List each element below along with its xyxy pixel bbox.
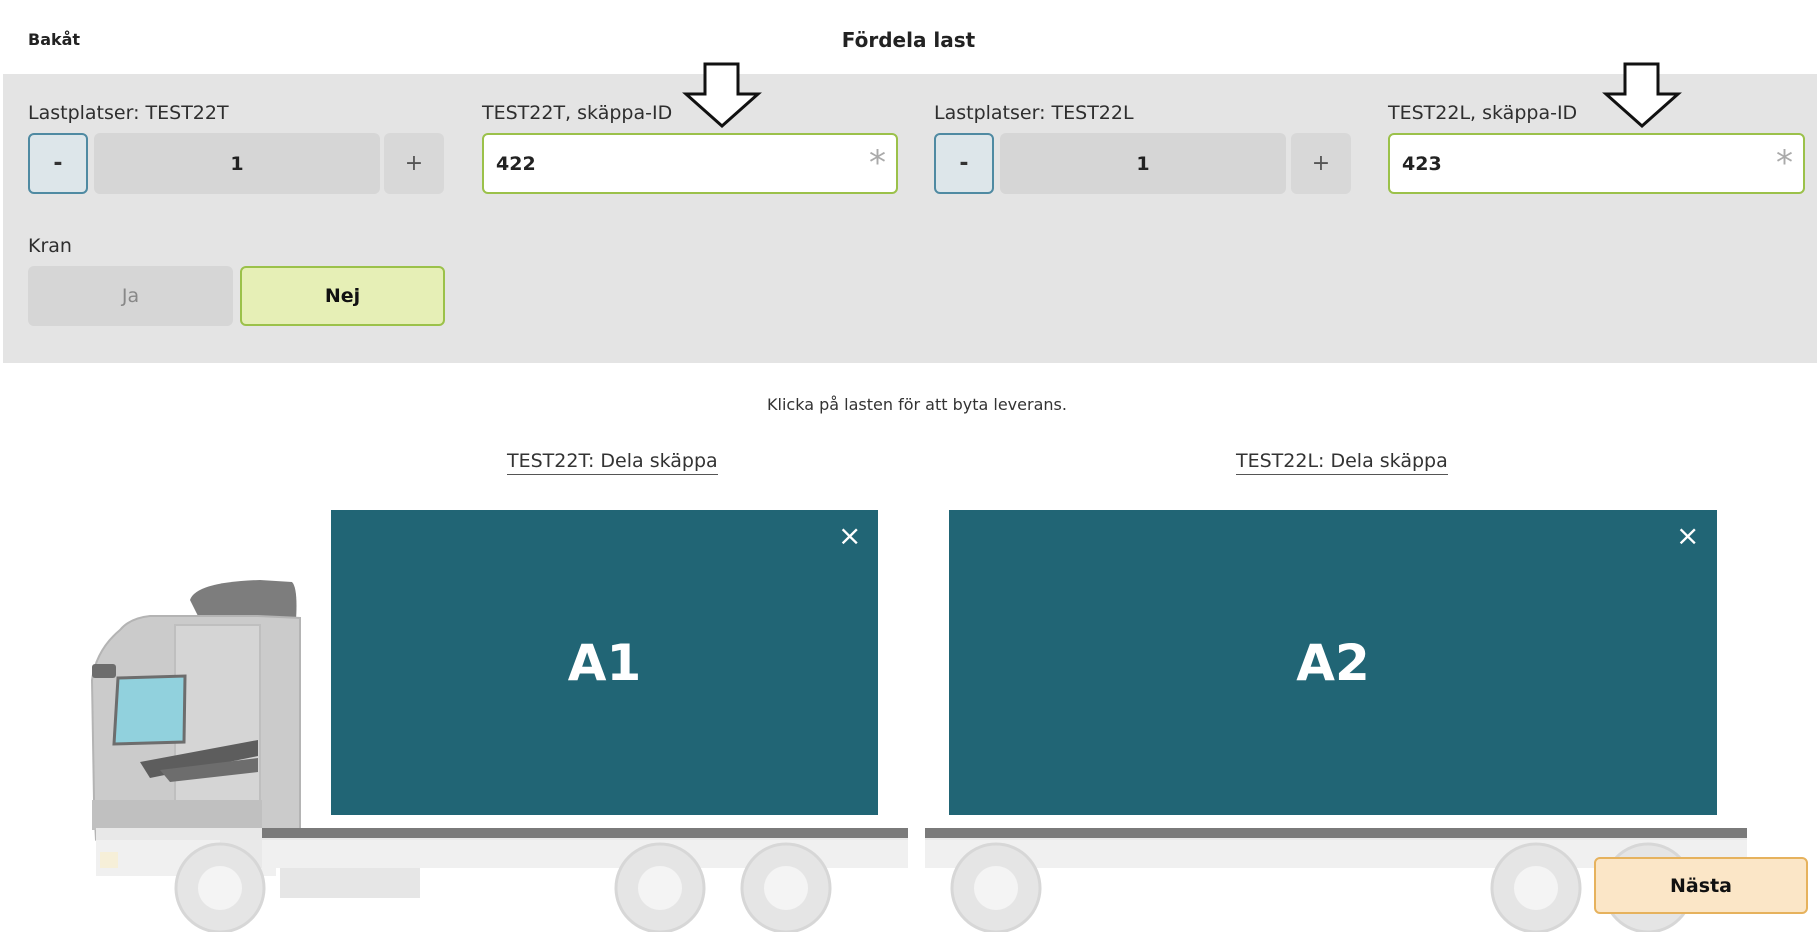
split-load-link-test22t[interactable]: TEST22T: Dela skäppa (507, 450, 718, 475)
required-asterisk-icon: * (1776, 143, 1793, 183)
slot2-decrement-button[interactable]: - (934, 133, 994, 194)
slot2-id-input[interactable] (1402, 152, 1723, 175)
slot1-id-field[interactable]: * (482, 133, 898, 194)
slot1-label: Lastplatser: TEST22T (28, 102, 229, 124)
crane-label: Kran (28, 235, 72, 257)
close-icon[interactable]: × (838, 522, 861, 550)
arrow-down-icon (1602, 62, 1682, 130)
slot2-id-field[interactable]: * (1388, 133, 1805, 194)
slot1-decrement-button[interactable]: - (28, 133, 88, 194)
slot1-id-input[interactable] (496, 152, 816, 175)
slot2-increment-button[interactable]: + (1291, 133, 1351, 194)
required-asterisk-icon: * (869, 143, 886, 183)
slot2-label: Lastplatser: TEST22L (934, 102, 1134, 124)
crane-no-button[interactable]: Nej (240, 266, 445, 326)
split-load-link-test22l[interactable]: TEST22L: Dela skäppa (1236, 450, 1448, 475)
slot2-count-value: 1 (1000, 133, 1286, 194)
next-button[interactable]: Nästa (1594, 857, 1808, 914)
slot2-id-label: TEST22L, skäppa-ID (1388, 102, 1578, 124)
close-icon[interactable]: × (1676, 522, 1699, 550)
slot1-id-label: TEST22T, skäppa-ID (482, 102, 673, 124)
instruction-text: Klicka på lasten för att byta leverans. (767, 395, 1067, 414)
cargo-a2[interactable]: A2 (949, 510, 1717, 815)
slot1-count-value: 1 (94, 133, 380, 194)
arrow-down-icon (682, 62, 762, 130)
cargo-a1[interactable]: A1 (331, 510, 878, 815)
page-title: Fördela last (841, 28, 976, 52)
crane-yes-button[interactable]: Ja (28, 266, 233, 326)
slot1-increment-button[interactable]: + (384, 133, 444, 194)
